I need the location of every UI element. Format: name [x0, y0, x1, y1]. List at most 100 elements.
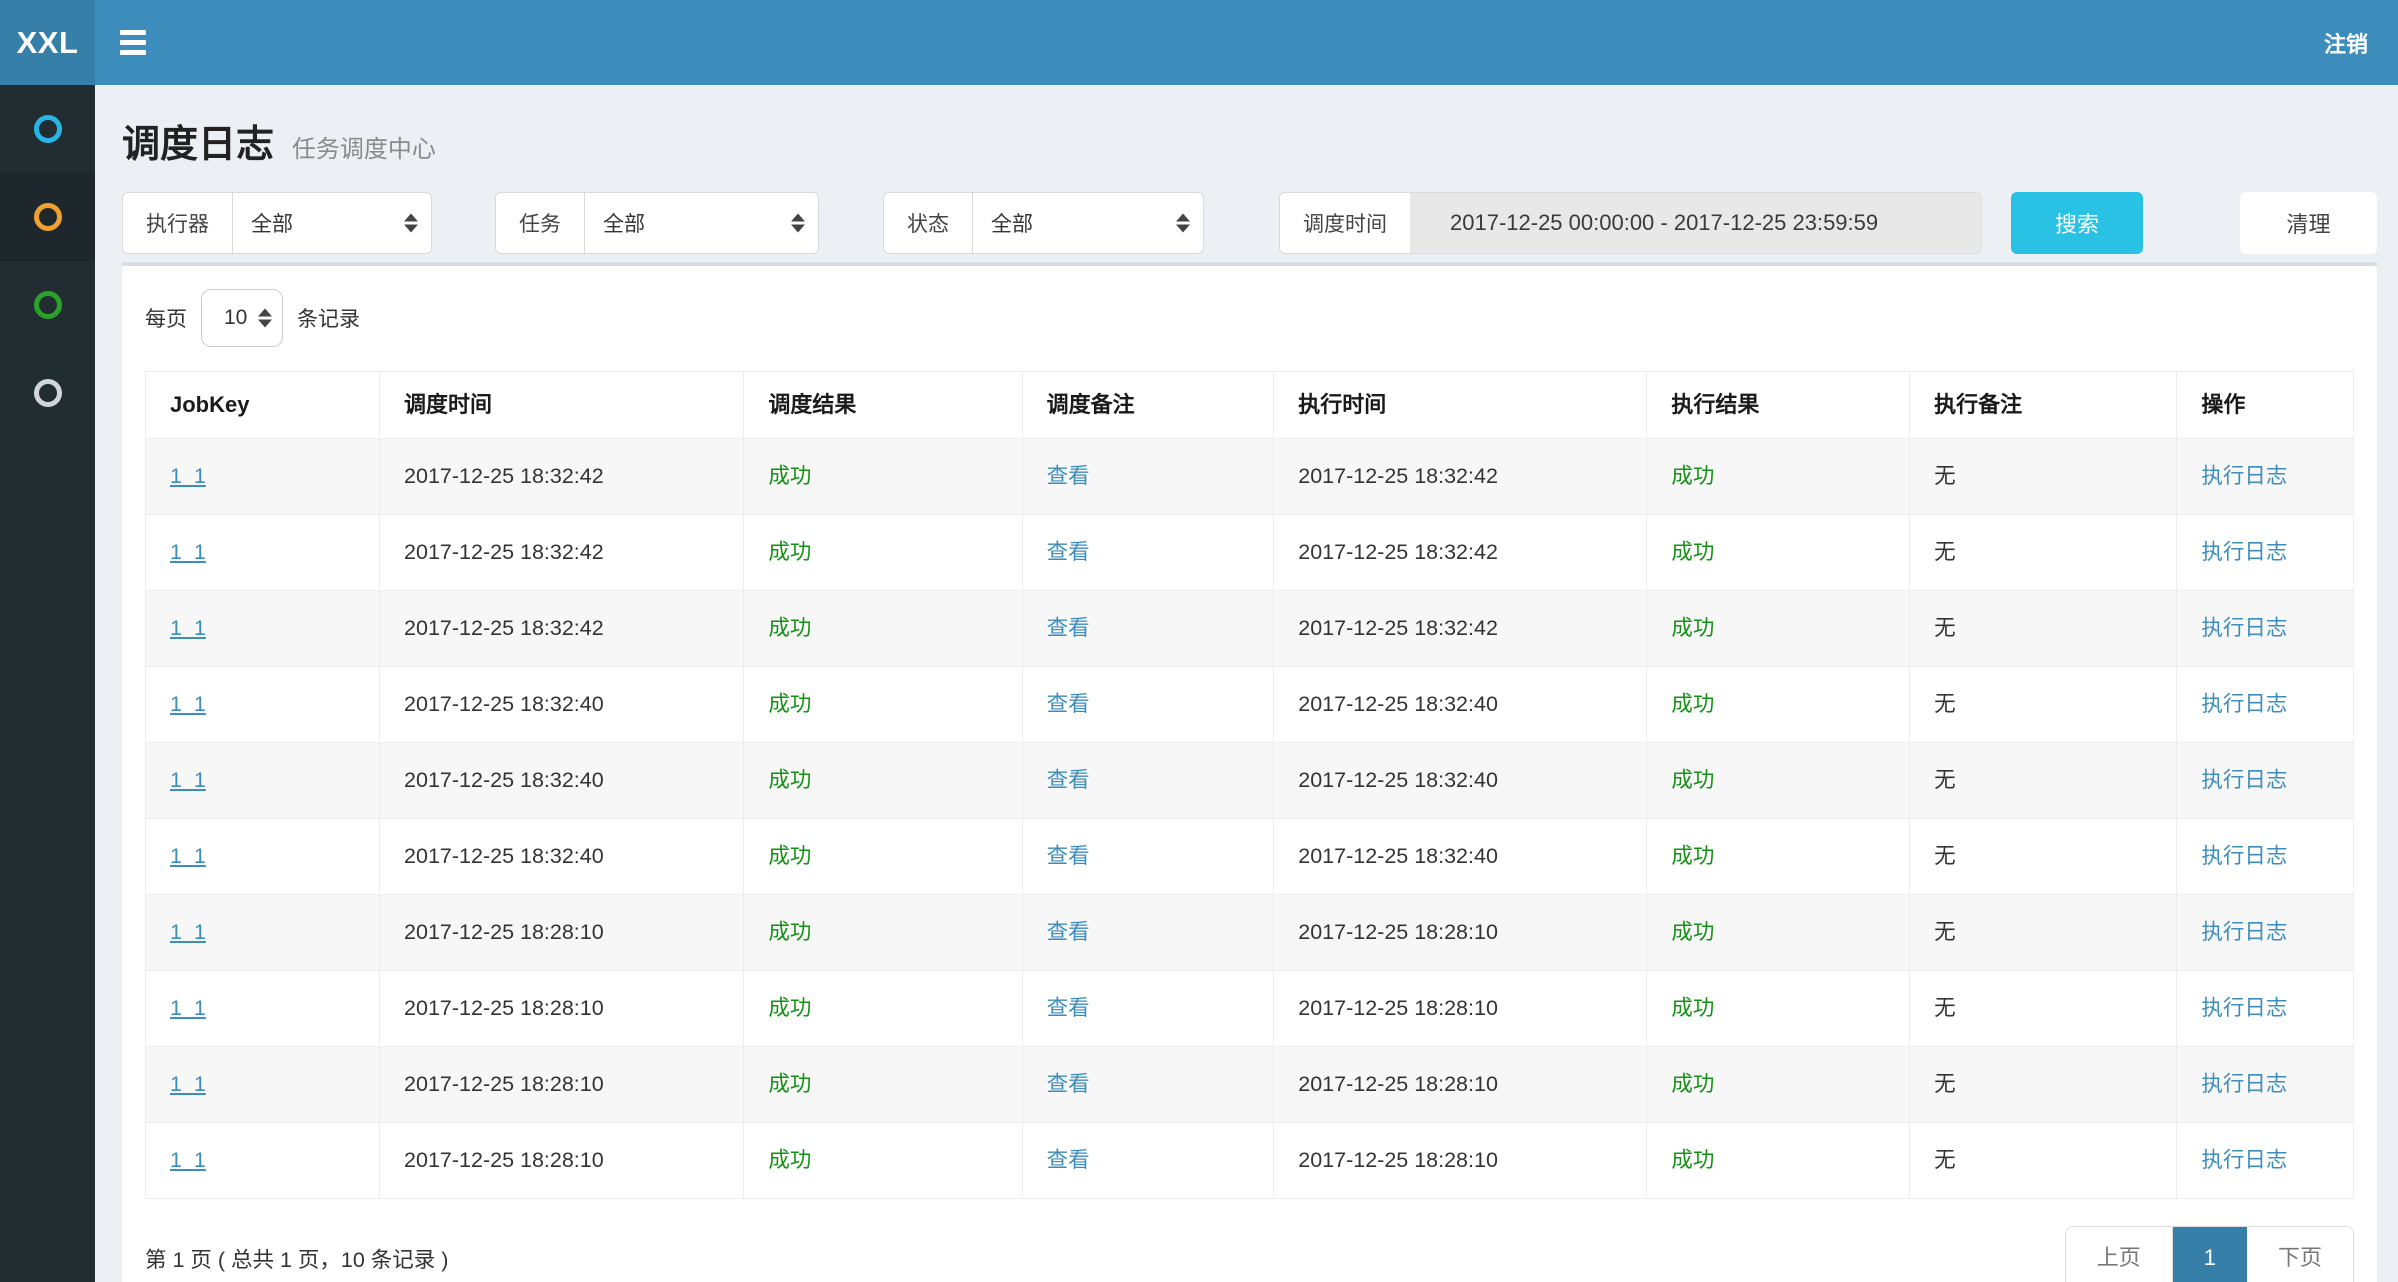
column-header-trigger-time[interactable]: 调度时间: [380, 372, 744, 439]
trigger-time-cell-cell: 2017-12-25 18:32:42: [380, 515, 744, 591]
app-logo[interactable]: XXL: [0, 0, 95, 85]
execution-log-link[interactable]: 执行日志: [2201, 692, 2287, 716]
table-row: 1_12017-12-25 18:28:10成功查看2017-12-25 18:…: [146, 971, 2354, 1047]
column-header-handle-result[interactable]: 执行结果: [1647, 372, 1910, 439]
jobkey-link[interactable]: 1_1: [170, 768, 206, 792]
logout-link[interactable]: 注销: [2294, 0, 2398, 85]
trigger-result-text-cell: 成功: [744, 895, 1022, 971]
prev-page-button[interactable]: 上页: [2066, 1227, 2173, 1282]
view-trigger-msg-link[interactable]: 查看: [1047, 844, 1090, 868]
execution-log-link[interactable]: 执行日志: [2201, 540, 2287, 564]
handle-result-text-cell: 成功: [1647, 439, 1910, 515]
handle-result-text-cell: 成功: [1647, 667, 1910, 743]
jobkey-link-cell: 1_1: [146, 1123, 380, 1199]
column-header-handle-msg[interactable]: 执行备注: [1910, 372, 2177, 439]
column-header-handle-time[interactable]: 执行时间: [1274, 372, 1647, 439]
sidebar-item-menu-3[interactable]: [0, 261, 95, 349]
view-trigger-msg-link[interactable]: 查看: [1047, 768, 1090, 792]
execution-log-link[interactable]: 执行日志: [2201, 768, 2287, 792]
execution-log-link-cell: 执行日志: [2177, 743, 2354, 819]
trigger-result-text-cell: 成功: [744, 667, 1022, 743]
handle-time-cell-cell: 2017-12-25 18:28:10: [1274, 895, 1647, 971]
jobkey-link[interactable]: 1_1: [170, 1072, 206, 1096]
jobkey-link[interactable]: 1_1: [170, 996, 206, 1020]
current-page-button[interactable]: 1: [2173, 1227, 2247, 1282]
handle-result-text: 成功: [1671, 996, 1714, 1020]
select-caret-icon: [404, 214, 418, 233]
column-header-jobkey[interactable]: JobKey: [146, 372, 380, 439]
view-trigger-msg-link[interactable]: 查看: [1047, 692, 1090, 716]
circle-icon: [34, 291, 62, 319]
trigger-result-text: 成功: [768, 768, 811, 792]
jobkey-link[interactable]: 1_1: [170, 1148, 206, 1172]
handle-result-text: 成功: [1671, 844, 1714, 868]
execution-log-link[interactable]: 执行日志: [2201, 996, 2287, 1020]
spacer: [2143, 192, 2240, 254]
trigger-time-range-input[interactable]: [1410, 192, 1982, 254]
table-header-row: JobKey 调度时间 调度结果 调度备注 执行时间 执行结果 执行备注 操作: [146, 372, 2354, 439]
view-trigger-msg-link[interactable]: 查看: [1047, 1148, 1090, 1172]
status-filter-group: 状态 全部: [883, 192, 1204, 254]
execution-log-link[interactable]: 执行日志: [2201, 920, 2287, 944]
table-row: 1_12017-12-25 18:32:42成功查看2017-12-25 18:…: [146, 515, 2354, 591]
job-select-value: 全部: [603, 208, 645, 238]
jobkey-link-cell: 1_1: [146, 439, 380, 515]
view-trigger-msg-link[interactable]: 查看: [1047, 616, 1090, 640]
jobkey-link[interactable]: 1_1: [170, 920, 206, 944]
next-page-button[interactable]: 下页: [2247, 1227, 2353, 1282]
handle-result-text-cell: 成功: [1647, 819, 1910, 895]
job-select[interactable]: 全部: [584, 192, 819, 254]
clear-logs-button[interactable]: 清理: [2240, 192, 2377, 254]
view-trigger-msg-link[interactable]: 查看: [1047, 540, 1090, 564]
jobkey-link[interactable]: 1_1: [170, 692, 206, 716]
page-length-select[interactable]: 10: [201, 289, 283, 347]
executor-select[interactable]: 全部: [232, 192, 432, 254]
sidebar-item-menu-2[interactable]: [0, 173, 95, 261]
jobkey-link[interactable]: 1_1: [170, 540, 206, 564]
view-trigger-msg-link-cell: 查看: [1022, 439, 1274, 515]
jobkey-link[interactable]: 1_1: [170, 844, 206, 868]
handle-time-cell-cell: 2017-12-25 18:28:10: [1274, 1123, 1647, 1199]
handle-result-text: 成功: [1671, 920, 1714, 944]
page-header: 调度日志 任务调度中心: [122, 113, 2377, 168]
handle-msg-cell-cell: 无: [1910, 1123, 2177, 1199]
search-button[interactable]: 搜索: [2011, 192, 2143, 254]
sidebar-item-menu-4[interactable]: [0, 349, 95, 437]
handle-time-cell-cell: 2017-12-25 18:32:42: [1274, 591, 1647, 667]
trigger-result-text: 成功: [768, 616, 811, 640]
pagination: 上页 1 下页: [2065, 1226, 2354, 1282]
execution-log-link[interactable]: 执行日志: [2201, 1148, 2287, 1172]
trigger-result-text: 成功: [768, 540, 811, 564]
view-trigger-msg-link-cell: 查看: [1022, 667, 1274, 743]
view-trigger-msg-link[interactable]: 查看: [1047, 464, 1090, 488]
table-row: 1_12017-12-25 18:32:40成功查看2017-12-25 18:…: [146, 667, 2354, 743]
page-length-prefix: 每页: [145, 303, 187, 333]
table-row: 1_12017-12-25 18:32:40成功查看2017-12-25 18:…: [146, 819, 2354, 895]
view-trigger-msg-link[interactable]: 查看: [1047, 996, 1090, 1020]
column-header-trigger-msg[interactable]: 调度备注: [1022, 372, 1274, 439]
trigger-result-text: 成功: [768, 692, 811, 716]
view-trigger-msg-link-cell: 查看: [1022, 1047, 1274, 1123]
sidebar-item-menu-1[interactable]: [0, 85, 95, 173]
sidebar-toggle-button[interactable]: [95, 0, 171, 85]
jobkey-link[interactable]: 1_1: [170, 464, 206, 488]
view-trigger-msg-link[interactable]: 查看: [1047, 920, 1090, 944]
execution-log-link[interactable]: 执行日志: [2201, 616, 2287, 640]
trigger-time-filter-label: 调度时间: [1279, 192, 1410, 254]
handle-result-text: 成功: [1671, 1072, 1714, 1096]
column-header-action[interactable]: 操作: [2177, 372, 2354, 439]
jobkey-link[interactable]: 1_1: [170, 616, 206, 640]
execution-log-link[interactable]: 执行日志: [2201, 844, 2287, 868]
table-row: 1_12017-12-25 18:28:10成功查看2017-12-25 18:…: [146, 1123, 2354, 1199]
execution-log-link[interactable]: 执行日志: [2201, 464, 2287, 488]
view-trigger-msg-link[interactable]: 查看: [1047, 1072, 1090, 1096]
execution-log-link-cell: 执行日志: [2177, 515, 2354, 591]
page-subtitle: 任务调度中心: [292, 136, 436, 163]
handle-result-text: 成功: [1671, 540, 1714, 564]
pagination-info: 第 1 页 ( 总共 1 页，10 条记录 ): [145, 1243, 448, 1274]
execution-log-link[interactable]: 执行日志: [2201, 1072, 2287, 1096]
execution-log-link-cell: 执行日志: [2177, 667, 2354, 743]
column-header-trigger-result[interactable]: 调度结果: [744, 372, 1022, 439]
circle-icon: [34, 379, 62, 407]
status-select[interactable]: 全部: [972, 192, 1204, 254]
